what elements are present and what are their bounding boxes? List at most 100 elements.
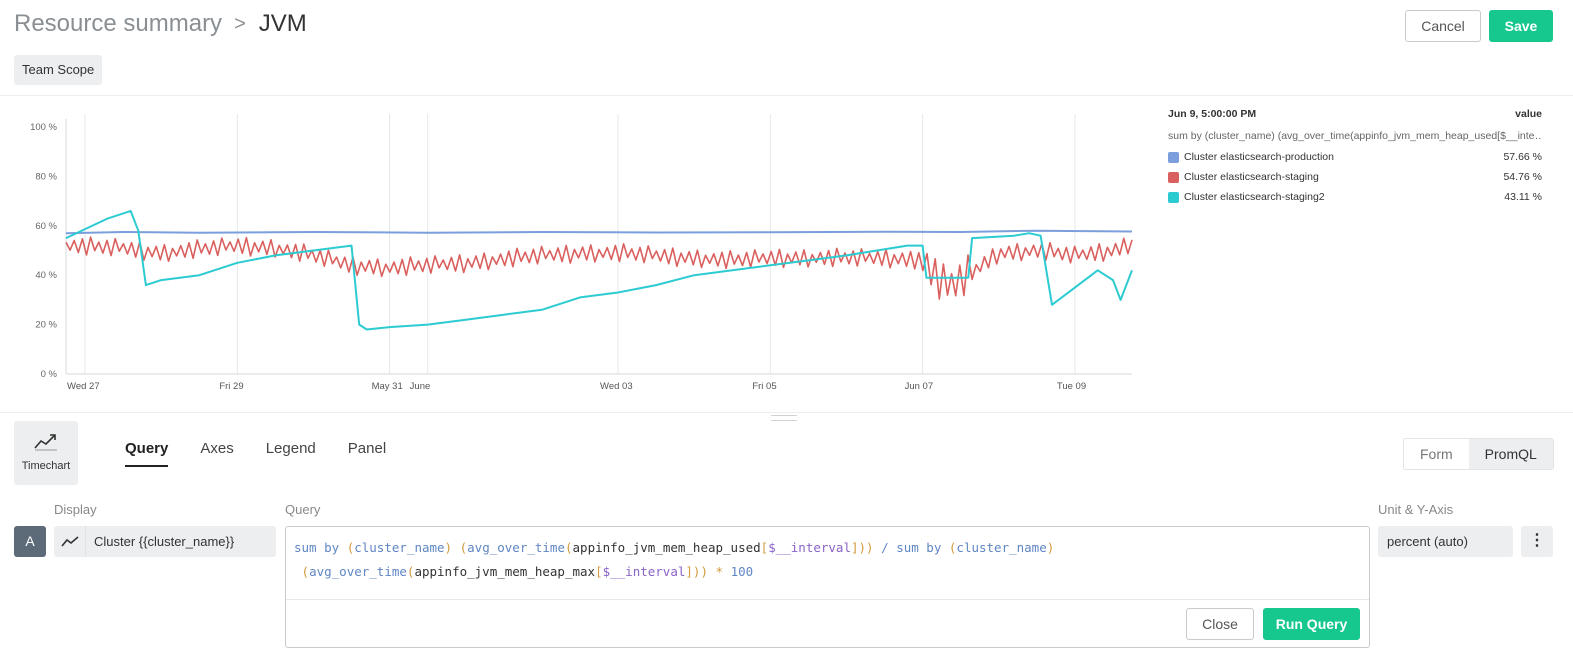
team-scope-button[interactable]: Team Scope (14, 55, 103, 85)
x-tick-label: Wed 27 (67, 381, 100, 392)
x-tick-label: Fri 29 (219, 381, 243, 392)
query-token: appinfo_jvm_mem_heap_max (414, 564, 596, 579)
query-token: ] (685, 564, 693, 579)
query-token (294, 564, 302, 579)
query-footer-divider (286, 599, 1369, 600)
chart-legend: Jun 9, 5:00:00 PM value sum by (cluster_… (1168, 108, 1542, 207)
query-token (941, 540, 949, 555)
y-tick-label: 0 % (41, 369, 58, 380)
x-tick-label: Tue 09 (1057, 381, 1086, 392)
query-token: by (926, 540, 942, 555)
tab-panel[interactable]: Panel (348, 440, 386, 467)
query-token: )) (692, 564, 708, 579)
visualization-label: Timechart (21, 460, 71, 472)
query-token: avg_over_time (467, 540, 565, 555)
y-tick-label: 60 % (35, 221, 57, 232)
query-token (317, 540, 325, 555)
run-query-button[interactable]: Run Query (1263, 608, 1360, 640)
query-token: avg_over_time (309, 564, 407, 579)
legend-item-name: Cluster elasticsearch-production (1184, 151, 1334, 163)
legend-timestamp: Jun 9, 5:00:00 PM (1168, 108, 1257, 120)
unit-select[interactable]: percent (auto) (1378, 526, 1513, 557)
legend-item[interactable]: Cluster elasticsearch-staging2 43.11 % (1168, 187, 1542, 207)
legend-item-name: Cluster elasticsearch-staging2 (1184, 191, 1325, 203)
y-tick-label: 80 % (35, 171, 57, 182)
query-token (723, 564, 731, 579)
query-token: $__interval (768, 540, 851, 555)
query-token: ] (851, 540, 859, 555)
query-token (339, 540, 347, 555)
legend-swatch (1168, 151, 1179, 163)
legend-swatch (1168, 191, 1179, 203)
query-token: 100 (730, 564, 754, 579)
display-label: Display (54, 502, 97, 517)
query-token: ) (1046, 540, 1055, 555)
line-chart-icon[interactable] (54, 526, 86, 557)
cancel-button[interactable]: Cancel (1405, 10, 1481, 42)
mode-form-button[interactable]: Form (1404, 439, 1469, 469)
legend-item-value: 57.66 % (1503, 151, 1542, 163)
x-tick-label: Fri 05 (752, 381, 776, 392)
legend-value-header: value (1515, 108, 1542, 120)
chevron-right-icon: > (234, 12, 246, 35)
panel-divider (0, 412, 1573, 413)
query-token: cluster_name (956, 540, 1047, 555)
query-label: Query (285, 502, 321, 517)
save-button[interactable]: Save (1489, 10, 1553, 42)
more-options-icon[interactable]: ⋮ (1521, 526, 1553, 557)
query-token (708, 564, 716, 579)
query-token (452, 540, 460, 555)
legend-item[interactable]: Cluster elasticsearch-staging 54.76 % (1168, 167, 1542, 187)
query-token: * (715, 564, 724, 579)
legend-item-value: 43.11 % (1504, 191, 1542, 203)
unit-label: Unit & Y-Axis (1378, 502, 1454, 517)
breadcrumb: Resource summary > JVM (14, 10, 307, 38)
series-line (65, 229, 1133, 235)
legend-item-name: Cluster elasticsearch-staging (1184, 171, 1319, 183)
query-letter-badge[interactable]: A (14, 526, 46, 557)
y-tick-label: 100 % (30, 122, 57, 133)
x-tick-label: May 31 (372, 381, 403, 392)
query-token: cluster_name (354, 540, 445, 555)
query-token: by (324, 540, 340, 555)
x-tick-label: Jun 07 (905, 381, 934, 392)
y-tick-label: 20 % (35, 320, 57, 331)
visualization-picker[interactable]: Timechart (14, 421, 78, 485)
query-token: ( (301, 564, 310, 579)
query-editor[interactable]: sum by (cluster_name) (avg_over_time(app… (285, 526, 1370, 648)
query-mode-toggle: Form PromQL (1403, 438, 1554, 470)
x-tick-label: Wed 03 (600, 381, 633, 392)
tab-legend[interactable]: Legend (266, 440, 316, 467)
legend-query: sum by (cluster_name) (avg_over_time(app… (1168, 130, 1542, 142)
timechart-icon (34, 434, 57, 451)
tab-query[interactable]: Query (125, 440, 169, 467)
header: Resource summary > JVM Team Scope Cancel… (0, 0, 1573, 96)
query-token: sum (896, 540, 919, 555)
resize-handle[interactable] (771, 415, 797, 421)
y-tick-label: 40 % (35, 270, 57, 281)
query-line-2: (avg_over_time(appinfo_jvm_mem_heap_max[… (294, 560, 1054, 584)
x-tick-label: June (410, 381, 431, 392)
mode-promql-button[interactable]: PromQL (1468, 439, 1553, 469)
display-value: Cluster {{cluster_name}} (94, 534, 235, 549)
query-code[interactable]: sum by (cluster_name) (avg_over_time(app… (294, 536, 1054, 584)
query-token: sum (294, 540, 317, 555)
query-token: [ (595, 564, 603, 579)
timechart[interactable]: 0 % 20 % 40 % 60 % 80 % 100 % Wed 27 Fri 29 May … (0, 100, 1150, 400)
query-token: ( (564, 540, 573, 555)
query-token: ( (459, 540, 468, 555)
legend-item[interactable]: Cluster elasticsearch-production 57.66 % (1168, 147, 1542, 167)
editor-tabs: Query Axes Legend Panel (125, 440, 418, 467)
query-token (874, 540, 882, 555)
breadcrumb-parent[interactable]: Resource summary (14, 10, 222, 38)
tab-axes[interactable]: Axes (200, 440, 233, 467)
legend-swatch (1168, 171, 1179, 183)
legend-item-value: 54.76 % (1503, 171, 1542, 183)
query-token: / (881, 540, 889, 555)
display-field[interactable]: Cluster {{cluster_name}} (54, 526, 276, 557)
query-token: appinfo_jvm_mem_heap_used (572, 540, 761, 555)
query-token: ) (444, 540, 453, 555)
close-button[interactable]: Close (1186, 608, 1254, 640)
query-token: $__interval (602, 564, 686, 579)
query-token: )) (858, 540, 874, 555)
